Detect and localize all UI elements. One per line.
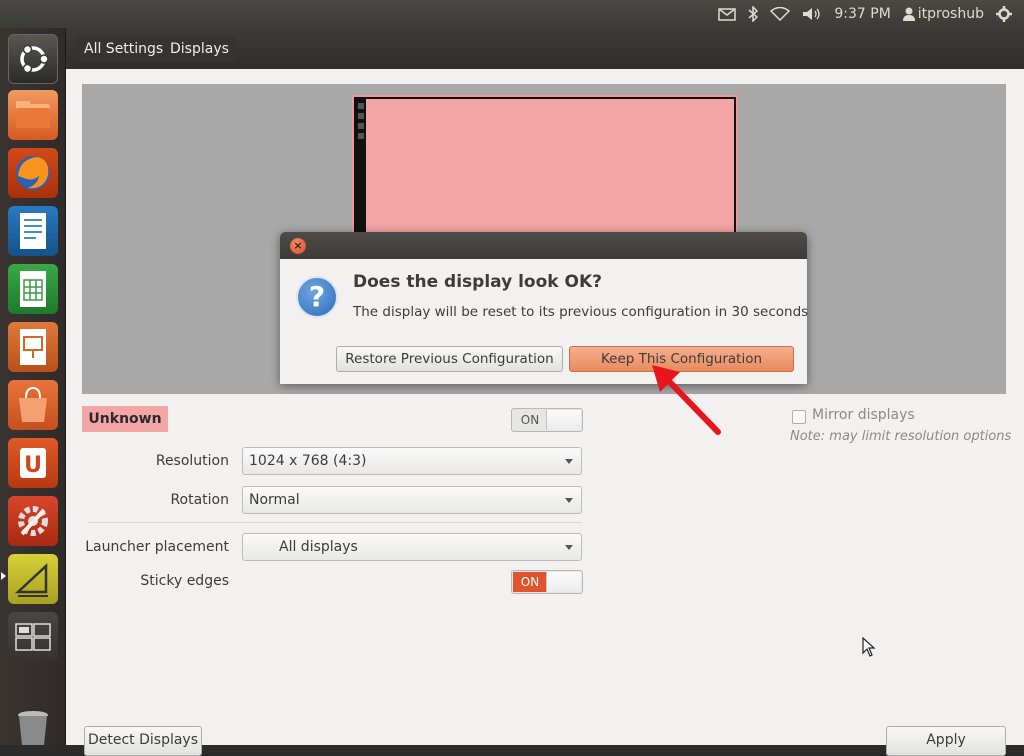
separator <box>88 522 582 523</box>
rotation-value: Normal <box>249 492 300 508</box>
bluetooth-icon[interactable] <box>748 6 759 22</box>
launcher-placement-value: All displays <box>279 539 358 555</box>
active-app-indicator <box>1 572 6 580</box>
strip-square <box>358 113 364 119</box>
apply-button[interactable]: Apply <box>886 726 1006 756</box>
mouse-cursor-icon <box>862 637 876 657</box>
chevron-down-icon <box>565 459 573 464</box>
user-menu[interactable]: itproshub <box>902 6 984 22</box>
sticky-edges-label: Sticky edges <box>140 573 229 589</box>
user-name: itproshub <box>917 6 984 22</box>
ubuntu-dash-icon[interactable] <box>8 34 58 84</box>
system-settings-icon[interactable] <box>8 496 58 546</box>
clock-text: 9:37 PM <box>834 6 891 22</box>
wifi-icon[interactable] <box>770 7 791 21</box>
displays-window: All Settings Displays Unknown ON Mirror … <box>66 28 1024 756</box>
workspace-switcher-icon[interactable] <box>8 612 58 662</box>
user-icon <box>902 7 915 21</box>
rotation-label: Rotation <box>170 492 229 508</box>
libreoffice-calc-icon[interactable] <box>8 264 58 314</box>
ubuntu-one-icon[interactable]: U <box>8 438 58 488</box>
strip-square <box>358 133 364 139</box>
system-tray: 9:37 PM itproshub <box>718 0 1024 28</box>
resolution-select[interactable]: 1024 x 768 (4:3) <box>242 447 582 475</box>
close-icon[interactable]: × <box>290 238 306 254</box>
breadcrumb-all-settings[interactable]: All Settings <box>78 36 170 62</box>
resolution-label: Resolution <box>155 453 229 469</box>
resolution-value: 1024 x 768 (4:3) <box>249 453 367 469</box>
svg-text:U: U <box>24 453 42 478</box>
launcher-placement-select[interactable]: All displays <box>242 533 582 561</box>
mirror-displays-label: Mirror displays <box>812 407 915 423</box>
strip-square <box>358 103 364 109</box>
monitor-preview[interactable] <box>354 97 736 253</box>
software-center-icon[interactable] <box>8 380 58 430</box>
toggle-knob <box>546 572 581 592</box>
sticky-edges-toggle-label: ON <box>513 572 547 592</box>
monitor-name-label: Unknown <box>82 406 168 432</box>
monitor-power-toggle[interactable]: ON <box>511 408 583 432</box>
files-icon[interactable] <box>8 90 58 140</box>
window-header: All Settings Displays <box>66 28 1024 69</box>
mirror-displays-checkbox[interactable] <box>792 410 806 424</box>
toggle-knob <box>546 410 581 430</box>
libreoffice-impress-icon[interactable] <box>8 322 58 372</box>
launcher-placement-label: Launcher placement <box>85 539 229 555</box>
clock[interactable]: 9:37 PM <box>834 6 890 22</box>
strip-square <box>358 123 364 129</box>
libreoffice-writer-icon[interactable] <box>8 206 58 256</box>
top-panel: 9:37 PM itproshub <box>0 0 1024 28</box>
volume-icon[interactable] <box>802 7 822 21</box>
displays-icon[interactable] <box>8 554 58 604</box>
mirror-displays-note: Note: may limit resolution options <box>790 429 1012 444</box>
dialog-titlebar: × <box>280 232 807 259</box>
detect-displays-button[interactable]: Detect Displays <box>84 726 202 756</box>
question-icon: ? <box>296 276 338 318</box>
launcher: U <box>0 28 66 745</box>
monitor-launcher-strip <box>356 99 366 251</box>
trash-icon[interactable] <box>8 700 58 750</box>
rotation-select[interactable]: Normal <box>242 486 582 514</box>
mail-icon[interactable] <box>718 7 737 21</box>
restore-previous-configuration-button[interactable]: Restore Previous Configuration <box>336 346 563 372</box>
chevron-down-icon <box>565 545 573 550</box>
annotation-arrow-icon <box>652 365 721 435</box>
chevron-down-icon <box>565 498 573 503</box>
sticky-edges-toggle[interactable]: ON <box>511 570 583 594</box>
gear-icon[interactable] <box>996 6 1012 22</box>
breadcrumb-displays[interactable]: Displays <box>164 36 235 62</box>
firefox-icon[interactable] <box>8 148 58 198</box>
dialog-message: The display will be reset to its previou… <box>353 304 809 320</box>
dialog-heading: Does the display look OK? <box>353 272 602 292</box>
power-toggle-label: ON <box>520 413 540 427</box>
